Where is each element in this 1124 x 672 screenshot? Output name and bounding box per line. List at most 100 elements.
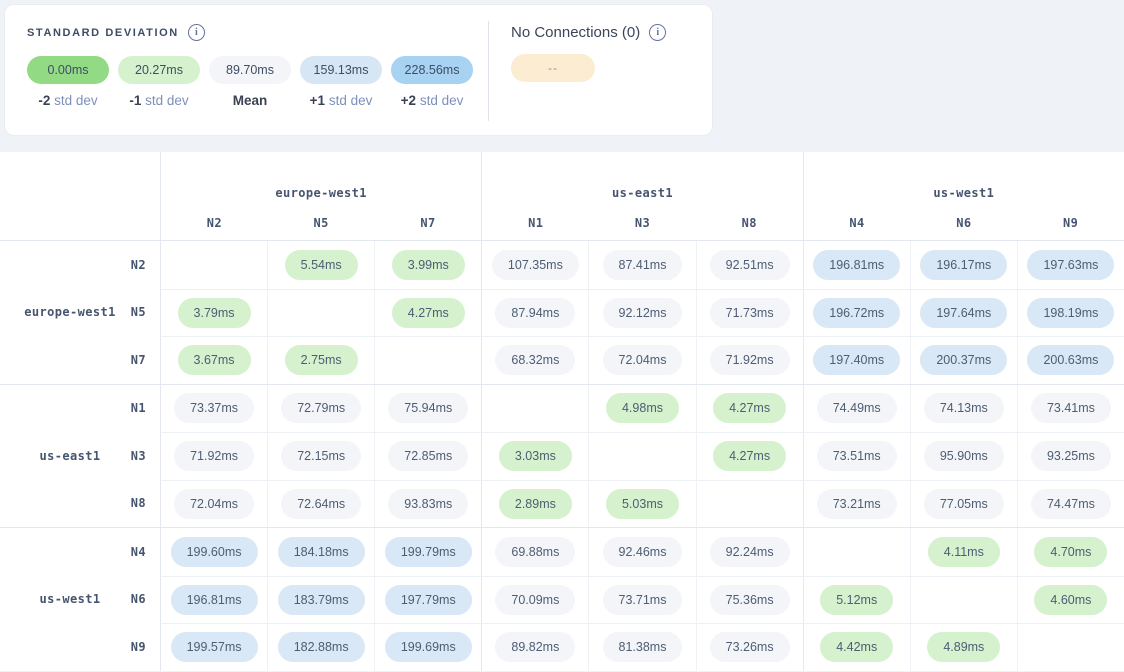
- latency-pill[interactable]: 73.51ms: [817, 441, 897, 471]
- latency-pill[interactable]: 4.42ms: [820, 632, 893, 662]
- latency-pill[interactable]: 70.09ms: [495, 585, 575, 615]
- latency-pill[interactable]: 75.94ms: [388, 393, 468, 423]
- latency-pill[interactable]: 4.60ms: [1034, 585, 1107, 615]
- latency-pill[interactable]: 92.12ms: [603, 298, 683, 328]
- column-node-label: N7: [375, 216, 482, 230]
- latency-pill[interactable]: 5.03ms: [606, 489, 679, 519]
- column-region-group: us-east1N1N3N8: [481, 152, 802, 240]
- latency-pill[interactable]: 81.38ms: [603, 632, 683, 662]
- latency-pill[interactable]: 200.37ms: [920, 345, 1007, 375]
- latency-pill[interactable]: 197.79ms: [385, 585, 472, 615]
- latency-pill[interactable]: 4.70ms: [1034, 537, 1107, 567]
- latency-pill[interactable]: 199.60ms: [171, 537, 258, 567]
- latency-pill[interactable]: 4.27ms: [713, 441, 786, 471]
- latency-pill[interactable]: 92.24ms: [710, 537, 790, 567]
- latency-cell: 95.90ms: [910, 433, 1017, 480]
- latency-pill[interactable]: 4.27ms: [392, 298, 465, 328]
- latency-cell: 73.71ms: [588, 577, 695, 624]
- latency-pill[interactable]: 196.17ms: [920, 250, 1007, 280]
- latency-pill[interactable]: 69.88ms: [495, 537, 575, 567]
- latency-pill[interactable]: 72.15ms: [281, 441, 361, 471]
- latency-pill[interactable]: 199.57ms: [171, 632, 258, 662]
- column-node-row: N1N3N8: [482, 216, 802, 230]
- latency-pill[interactable]: 71.73ms: [710, 298, 790, 328]
- latency-cell: 68.32ms: [481, 337, 588, 384]
- latency-pill[interactable]: 73.41ms: [1031, 393, 1111, 423]
- latency-cell: 72.64ms: [267, 481, 374, 528]
- latency-pill[interactable]: 199.69ms: [385, 632, 472, 662]
- latency-pill[interactable]: 198.19ms: [1027, 298, 1114, 328]
- latency-pill[interactable]: 184.18ms: [278, 537, 365, 567]
- latency-pill[interactable]: 4.89ms: [927, 632, 1000, 662]
- row-region-label: us-east1: [0, 385, 140, 528]
- latency-pill[interactable]: 3.03ms: [499, 441, 572, 471]
- latency-pill[interactable]: 2.89ms: [499, 489, 572, 519]
- column-node-row: N4N6N9: [804, 216, 1124, 230]
- latency-pill[interactable]: 3.67ms: [178, 345, 251, 375]
- latency-pill[interactable]: 196.81ms: [813, 250, 900, 280]
- latency-pill[interactable]: 73.21ms: [817, 489, 897, 519]
- latency-pill[interactable]: 72.79ms: [281, 393, 361, 423]
- latency-pill[interactable]: 199.79ms: [385, 537, 472, 567]
- legend-chip: 20.27ms: [118, 56, 200, 84]
- latency-pill[interactable]: 74.13ms: [924, 393, 1004, 423]
- column-node-label: N8: [696, 216, 803, 230]
- no-connection-chip: --: [511, 54, 595, 82]
- latency-cell: 71.73ms: [696, 290, 803, 337]
- latency-pill[interactable]: 74.47ms: [1031, 489, 1111, 519]
- latency-pill[interactable]: 87.94ms: [495, 298, 575, 328]
- info-icon[interactable]: i: [188, 24, 205, 41]
- latency-cell: [910, 577, 1017, 624]
- latency-pill[interactable]: 72.04ms: [603, 345, 683, 375]
- latency-pill[interactable]: 3.79ms: [178, 298, 251, 328]
- latency-pill[interactable]: 3.99ms: [392, 250, 465, 280]
- latency-pill[interactable]: 2.75ms: [285, 345, 358, 375]
- latency-pill[interactable]: 93.25ms: [1031, 441, 1111, 471]
- latency-pill[interactable]: 72.64ms: [281, 489, 361, 519]
- latency-pill[interactable]: 73.71ms: [603, 585, 683, 615]
- latency-pill[interactable]: 5.12ms: [820, 585, 893, 615]
- matrix-row: N872.04ms72.64ms93.83ms2.89ms5.03ms73.21…: [0, 480, 1124, 528]
- latency-pill[interactable]: 95.90ms: [924, 441, 1004, 471]
- latency-cell: 3.67ms: [161, 337, 267, 384]
- latency-pill[interactable]: 4.27ms: [713, 393, 786, 423]
- latency-cell: 200.37ms: [910, 337, 1017, 384]
- latency-pill[interactable]: 200.63ms: [1027, 345, 1114, 375]
- latency-cell: 4.27ms: [374, 290, 481, 337]
- row-region-group: us-east1N173.37ms72.79ms75.94ms4.98ms4.2…: [0, 384, 1124, 528]
- std-dev-legend: STANDARD DEVIATION i 0.00ms20.27ms89.70m…: [5, 5, 488, 135]
- matrix-row-cells: 5.54ms 3.99ms 107.35ms 87.41ms 92.51ms 196.81…: [160, 241, 1124, 289]
- latency-pill[interactable]: 92.46ms: [603, 537, 683, 567]
- latency-pill[interactable]: 75.36ms: [710, 585, 790, 615]
- latency-pill[interactable]: 197.63ms: [1027, 250, 1114, 280]
- latency-pill[interactable]: 183.79ms: [278, 585, 365, 615]
- latency-pill[interactable]: 73.37ms: [174, 393, 254, 423]
- latency-pill[interactable]: 196.81ms: [171, 585, 258, 615]
- latency-pill[interactable]: 71.92ms: [174, 441, 254, 471]
- latency-pill[interactable]: 197.40ms: [813, 345, 900, 375]
- legend-chip-label: -1 std dev: [118, 93, 200, 108]
- latency-pill[interactable]: 68.32ms: [495, 345, 575, 375]
- std-dev-title-row: STANDARD DEVIATION i: [27, 24, 488, 41]
- latency-pill[interactable]: 196.72ms: [813, 298, 900, 328]
- latency-pill[interactable]: 197.64ms: [920, 298, 1007, 328]
- latency-pill[interactable]: 4.98ms: [606, 393, 679, 423]
- latency-pill[interactable]: 71.92ms: [710, 345, 790, 375]
- info-icon[interactable]: i: [649, 24, 666, 41]
- legend-chip-label: -2 std dev: [27, 93, 109, 108]
- latency-pill[interactable]: 5.54ms: [285, 250, 358, 280]
- latency-pill[interactable]: 87.41ms: [603, 250, 683, 280]
- column-region-label: us-west1: [804, 186, 1124, 200]
- latency-pill[interactable]: 89.82ms: [495, 632, 575, 662]
- latency-pill[interactable]: 74.49ms: [817, 393, 897, 423]
- latency-pill[interactable]: 72.85ms: [388, 441, 468, 471]
- latency-pill[interactable]: 72.04ms: [174, 489, 254, 519]
- latency-pill[interactable]: 92.51ms: [710, 250, 790, 280]
- latency-pill[interactable]: 107.35ms: [492, 250, 579, 280]
- latency-pill[interactable]: 77.05ms: [924, 489, 1004, 519]
- latency-pill[interactable]: 4.11ms: [928, 537, 1000, 567]
- latency-pill[interactable]: 182.88ms: [278, 632, 365, 662]
- latency-cell: 199.60ms: [161, 528, 267, 576]
- latency-pill[interactable]: 93.83ms: [388, 489, 468, 519]
- latency-pill[interactable]: 73.26ms: [710, 632, 790, 662]
